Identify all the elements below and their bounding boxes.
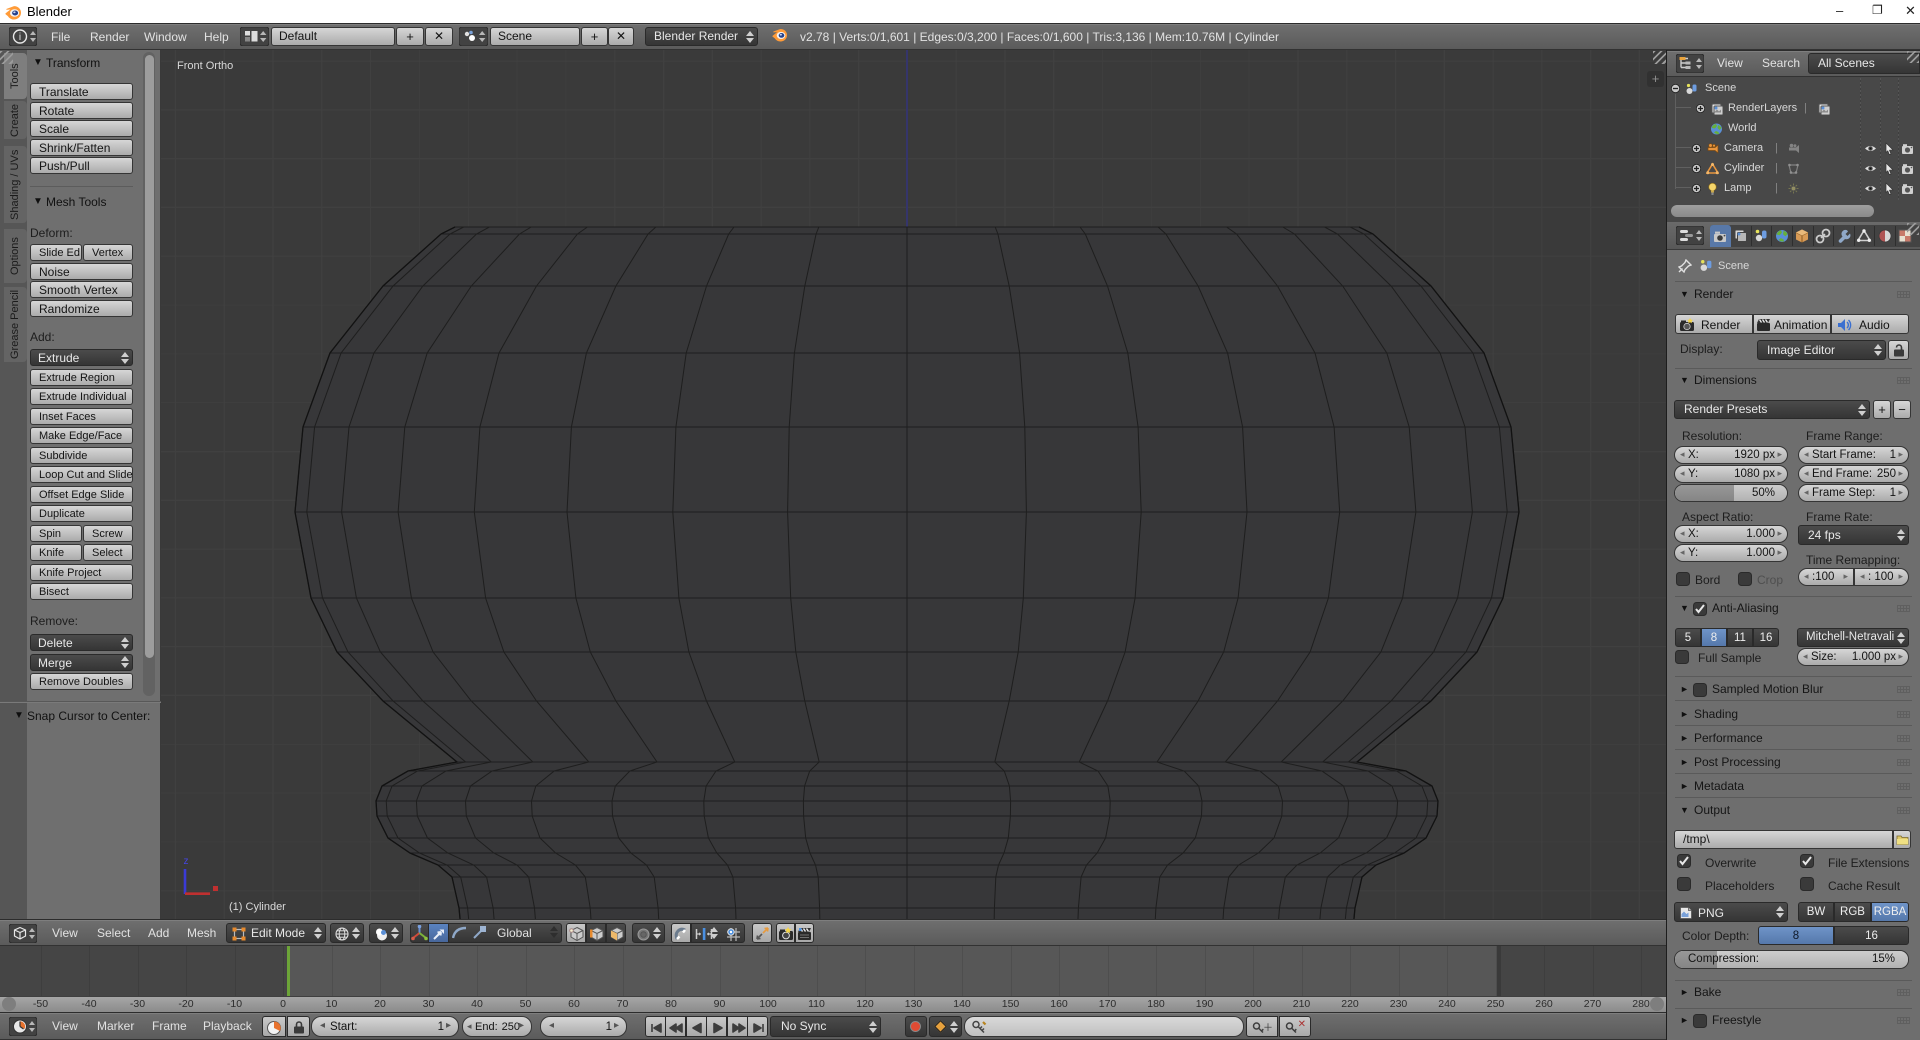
svg-text:i: i — [19, 32, 21, 43]
svg-text:z: z — [184, 856, 189, 867]
